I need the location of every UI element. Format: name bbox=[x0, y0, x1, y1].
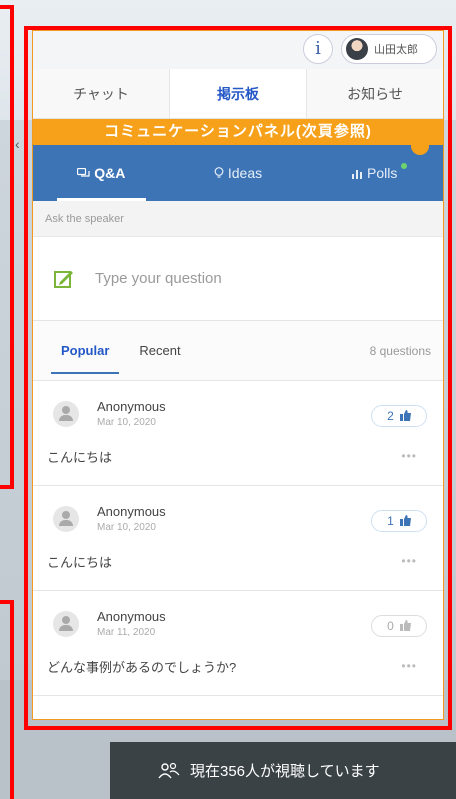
left-highlight-frame-bottom bbox=[0, 600, 14, 799]
viewer-count-text: 現在356人が視聴しています bbox=[190, 763, 380, 780]
collapse-arrow-icon[interactable]: ‹ bbox=[15, 136, 20, 152]
left-highlight-frame-top bbox=[0, 5, 14, 489]
people-icon bbox=[158, 762, 180, 778]
highlight-frame bbox=[24, 26, 452, 730]
viewer-count-bar: 現在356人が視聴しています bbox=[110, 742, 456, 799]
